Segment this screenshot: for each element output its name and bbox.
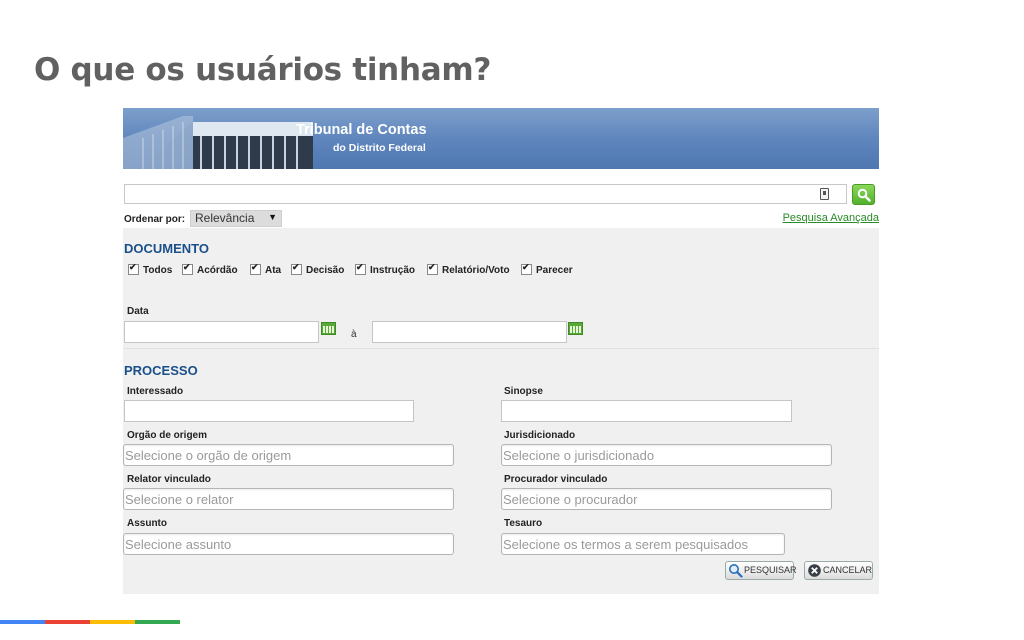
building-logo: [123, 116, 313, 169]
search-input[interactable]: [124, 184, 847, 204]
checkbox-icon: [250, 262, 261, 275]
tesauro-label: Tesauro: [504, 518, 543, 529]
dropdown-arrow-icon: ▼: [268, 212, 277, 222]
banner-title: Tribunal de Contas: [296, 122, 427, 138]
checkbox-label: Ata: [265, 265, 282, 277]
checkbox-ata[interactable]: Ata: [250, 262, 282, 279]
sinopse-input[interactable]: [501, 400, 792, 422]
advanced-search-link[interactable]: Pesquisa Avançada: [783, 212, 879, 224]
checkbox-label: Decisão: [306, 265, 345, 277]
tesauro-select[interactable]: Selecione os termos a serem pesquisados: [501, 533, 785, 555]
date-from-input[interactable]: [124, 321, 319, 343]
assunto-select[interactable]: Selecione assunto: [123, 533, 454, 555]
orgao-select[interactable]: Selecione o orgão de origem: [123, 444, 454, 466]
checkbox-decisao[interactable]: Decisão: [291, 262, 345, 279]
magnifier-icon: [729, 564, 743, 578]
checkbox-label: Relatório/Voto: [442, 265, 510, 277]
accent-bar-red: [45, 620, 90, 624]
section-divider: [123, 348, 879, 349]
accent-bar-yellow: [90, 620, 135, 624]
calendar-icon[interactable]: [321, 322, 336, 335]
date-separator: à: [351, 329, 357, 340]
cancelar-button[interactable]: CANCELAR: [804, 561, 873, 580]
jurisdicionado-select[interactable]: Selecione o jurisdicionado: [501, 444, 832, 466]
checkbox-icon: [427, 262, 438, 275]
accent-bar-green: [135, 620, 180, 624]
checkbox-icon: [291, 262, 302, 275]
documento-section-title: DOCUMENTO: [124, 241, 209, 256]
checkbox-instrucao[interactable]: Instrução: [355, 262, 416, 279]
orgao-label: Orgão de origem: [127, 430, 208, 441]
banner-subtitle: do Distrito Federal: [333, 142, 426, 154]
magnifier-icon: [857, 188, 871, 202]
checkbox-parecer[interactable]: Parecer: [521, 262, 573, 279]
virtual-keyboard-icon[interactable]: [820, 188, 829, 200]
checkbox-label: Parecer: [536, 265, 573, 277]
order-select-value: Relevância: [195, 211, 255, 225]
checkbox-relatorio-voto[interactable]: Relatório/Voto: [427, 262, 510, 279]
slide-title: O que os usuários tinham?: [34, 52, 492, 88]
processo-section-title: PROCESSO: [124, 363, 198, 378]
checkbox-icon: [521, 262, 532, 275]
header-banner: Tribunal de Contas do Distrito Federal: [123, 108, 879, 169]
cancel-icon: [808, 564, 821, 577]
interessado-input[interactable]: [124, 400, 414, 422]
checkbox-label: Acórdão: [197, 265, 238, 277]
jurisdicionado-label: Jurisdicionado: [504, 430, 576, 441]
sinopse-label: Sinopse: [504, 386, 543, 397]
date-label: Data: [127, 306, 149, 317]
checkbox-icon: [128, 262, 139, 275]
procurador-label: Procurador vinculado: [504, 474, 608, 485]
accent-bar-blue: [0, 620, 45, 624]
order-select[interactable]: Relevância ▼: [190, 210, 282, 227]
pesquisar-label: PESQUISAR: [744, 565, 797, 575]
search-button[interactable]: [852, 184, 875, 205]
procurador-select[interactable]: Selecione o procurador: [501, 488, 832, 510]
cancelar-label: CANCELAR: [823, 565, 873, 575]
calendar-icon[interactable]: [568, 322, 583, 335]
checkbox-icon: [182, 262, 193, 275]
order-label: Ordenar por:: [124, 214, 186, 225]
relator-label: Relator vinculado: [127, 474, 211, 485]
checkbox-label: Todos: [143, 265, 173, 277]
checkbox-label: Instrução: [370, 265, 416, 277]
checkbox-acordao[interactable]: Acórdão: [182, 262, 238, 279]
assunto-label: Assunto: [127, 518, 167, 529]
interessado-label: Interessado: [127, 386, 184, 397]
search-app: Tribunal de Contas do Distrito Federal O…: [123, 108, 879, 594]
checkbox-todos[interactable]: Todos: [128, 262, 173, 279]
pesquisar-button[interactable]: PESQUISAR: [725, 561, 797, 580]
date-to-input[interactable]: [372, 321, 567, 343]
relator-select[interactable]: Selecione o relator: [123, 488, 454, 510]
checkbox-icon: [355, 262, 366, 275]
